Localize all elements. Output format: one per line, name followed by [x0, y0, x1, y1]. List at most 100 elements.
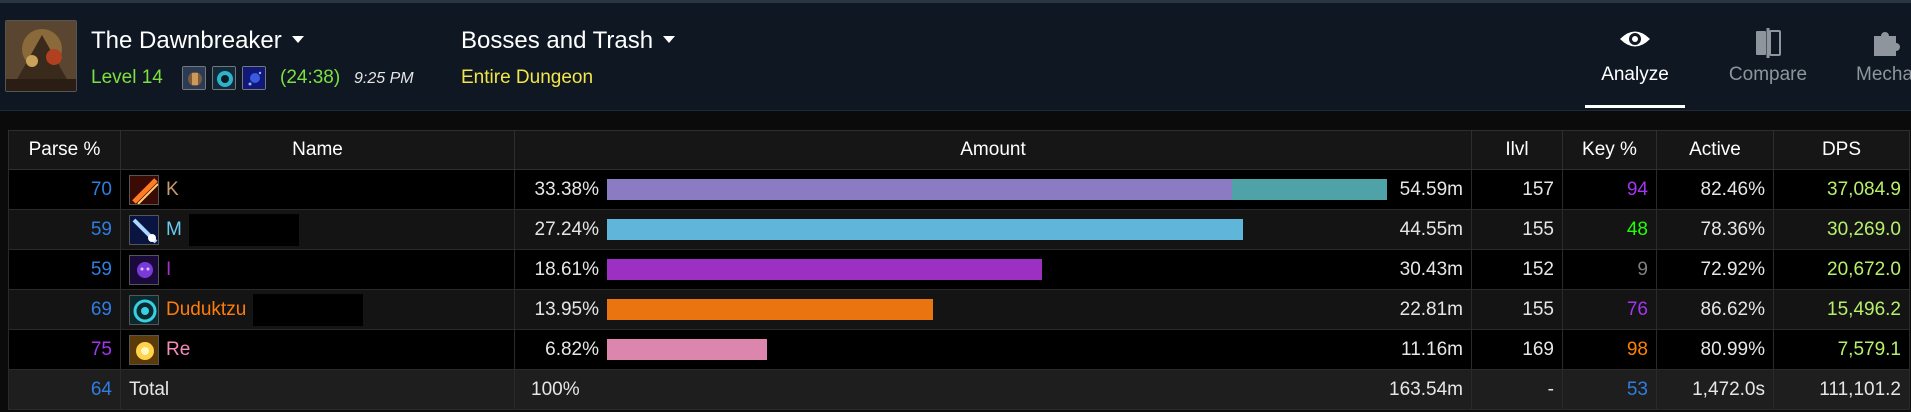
active-value: 82.46%	[1656, 169, 1774, 210]
report-time: 9:25 PM	[354, 70, 414, 87]
dps-value: 7,579.1	[1773, 329, 1910, 370]
amount-bar	[607, 219, 1243, 240]
fire-slash-icon	[129, 174, 159, 205]
total-row: 64 Total 100% 163.54m - 53 1,472.0s 111,…	[8, 369, 1910, 410]
report-header: The Dawnbreaker Level 14 (24:38) 9:25 PM…	[0, 0, 1911, 111]
chevron-down-icon	[663, 36, 676, 44]
dps-value: 37,084.9	[1773, 169, 1910, 210]
parse-value[interactable]: 59	[8, 209, 121, 250]
dps-value: 20,672.0	[1773, 249, 1910, 290]
amount-cell: 33.38% 54.59m	[514, 169, 1472, 210]
amount-bar	[607, 299, 933, 320]
total-label: Total	[120, 369, 515, 410]
key-pct-value: 94	[1562, 169, 1657, 210]
active-tab-indicator	[1585, 105, 1685, 108]
parse-value[interactable]: 69	[8, 289, 121, 330]
redaction-box	[197, 333, 308, 366]
col-name[interactable]: Name	[120, 130, 515, 170]
tab-mechanics[interactable]: Mechanics	[1850, 0, 1911, 108]
player-name[interactable]: K	[166, 179, 179, 201]
active-value: 78.36%	[1656, 209, 1774, 250]
key-level: Level 14	[91, 67, 163, 88]
holy-light-icon	[129, 334, 159, 365]
amount-value: 44.55m	[1399, 218, 1463, 240]
amount-pct: 13.95%	[534, 298, 599, 320]
ilvl-value: 155	[1471, 289, 1563, 330]
key-duration: (24:38)	[280, 67, 341, 88]
affix-icon-3[interactable]	[242, 66, 266, 90]
amount-pct: 6.82%	[545, 338, 599, 360]
amount-bar	[607, 339, 767, 360]
active-value: 86.62%	[1656, 289, 1774, 330]
table-row[interactable]: 75 Re 6.82% 11.16m 169 98 80.99% 7,579.1	[8, 329, 1910, 370]
total-amount-cell: 100% 163.54m	[514, 369, 1472, 410]
parse-value[interactable]: 59	[8, 249, 121, 290]
amount-bar-track	[607, 219, 1387, 240]
redaction-box	[185, 173, 296, 206]
dungeon-title: The Dawnbreaker	[91, 27, 282, 54]
player-cell[interactable]: I	[120, 249, 515, 290]
ilvl-value: 155	[1471, 209, 1563, 250]
puzzle-icon	[1870, 28, 1900, 63]
amount-bar-track	[607, 259, 1387, 280]
amount-pct: 27.24%	[534, 218, 599, 240]
total-pct: 100%	[531, 378, 580, 400]
active-value: 80.99%	[1656, 329, 1774, 370]
col-key[interactable]: Key %	[1562, 130, 1657, 170]
col-amount[interactable]: Amount	[514, 130, 1472, 170]
tab-analyze[interactable]: Analyze	[1585, 0, 1685, 108]
redaction-box	[178, 253, 289, 286]
amount-bar-track	[607, 299, 1387, 320]
fight-select-label: Bosses and Trash	[461, 27, 654, 54]
fight-select[interactable]: Bosses and Trash	[461, 27, 676, 55]
compare-icon	[1754, 28, 1782, 63]
affix-icon-1[interactable]	[182, 66, 206, 90]
table-row[interactable]: 59 M 27.24% 44.55m 155 48 78.36% 30,269.0	[8, 209, 1910, 250]
player-cell[interactable]: M	[120, 209, 515, 250]
amount-cell: 6.82% 11.16m	[514, 329, 1472, 370]
amount-bar-track	[607, 179, 1387, 200]
tab-mechanics-label: Mechanics	[1856, 64, 1911, 85]
player-name[interactable]: Re	[166, 339, 190, 361]
key-pct-value: 76	[1562, 289, 1657, 330]
dungeon-icon	[5, 20, 77, 92]
total-active: 1,472.0s	[1656, 369, 1774, 410]
total-amount: 163.54m	[1389, 378, 1463, 400]
player-name[interactable]: M	[166, 219, 182, 241]
col-ilvl[interactable]: Ilvl	[1471, 130, 1563, 170]
parse-value[interactable]: 70	[8, 169, 121, 210]
table-row[interactable]: 59 I 18.61% 30.43m 152 9 72.92% 20,672.0	[8, 249, 1910, 290]
total-key: 53	[1562, 369, 1657, 410]
amount-bar	[607, 259, 1042, 280]
demon-hunter-icon	[129, 254, 159, 285]
parse-value[interactable]: 75	[8, 329, 121, 370]
amount-cell: 27.24% 44.55m	[514, 209, 1472, 250]
col-dps[interactable]: DPS	[1773, 130, 1910, 170]
col-active[interactable]: Active	[1656, 130, 1774, 170]
player-cell[interactable]: K	[120, 169, 515, 210]
amount-bar-secondary	[1232, 179, 1387, 200]
tab-compare-label: Compare	[1728, 64, 1808, 85]
eye-icon	[1618, 28, 1652, 55]
col-parse[interactable]: Parse %	[8, 130, 121, 170]
ilvl-value: 169	[1471, 329, 1563, 370]
amount-bar-track	[607, 339, 1387, 360]
amount-cell: 13.95% 22.81m	[514, 289, 1472, 330]
player-cell[interactable]: Duduktzu	[120, 289, 515, 330]
amount-bar	[607, 179, 1232, 200]
dps-value: 15,496.2	[1773, 289, 1910, 330]
table-row[interactable]: 69 Duduktzu 13.95% 22.81m 155 76 86.62% 15,496.…	[8, 289, 1910, 330]
total-parse: 64	[8, 369, 121, 410]
player-name[interactable]: I	[166, 259, 171, 281]
table-row[interactable]: 70 K 33.38% 54.59m 157 94 82.46% 37,084.9	[8, 169, 1910, 210]
amount-pct: 18.61%	[534, 258, 599, 280]
tab-compare[interactable]: Compare	[1718, 0, 1818, 108]
player-cell[interactable]: Re	[120, 329, 515, 370]
feral-druid-icon	[129, 294, 159, 325]
affix-icon-2[interactable]	[212, 66, 236, 90]
fight-scope: Entire Dungeon	[461, 67, 594, 88]
damage-table: Parse % Name Amount Ilvl Key % Active DP…	[8, 130, 1910, 410]
active-value: 72.92%	[1656, 249, 1774, 290]
player-name[interactable]: Duduktzu	[166, 299, 246, 321]
dungeon-select[interactable]: The Dawnbreaker	[91, 27, 304, 55]
